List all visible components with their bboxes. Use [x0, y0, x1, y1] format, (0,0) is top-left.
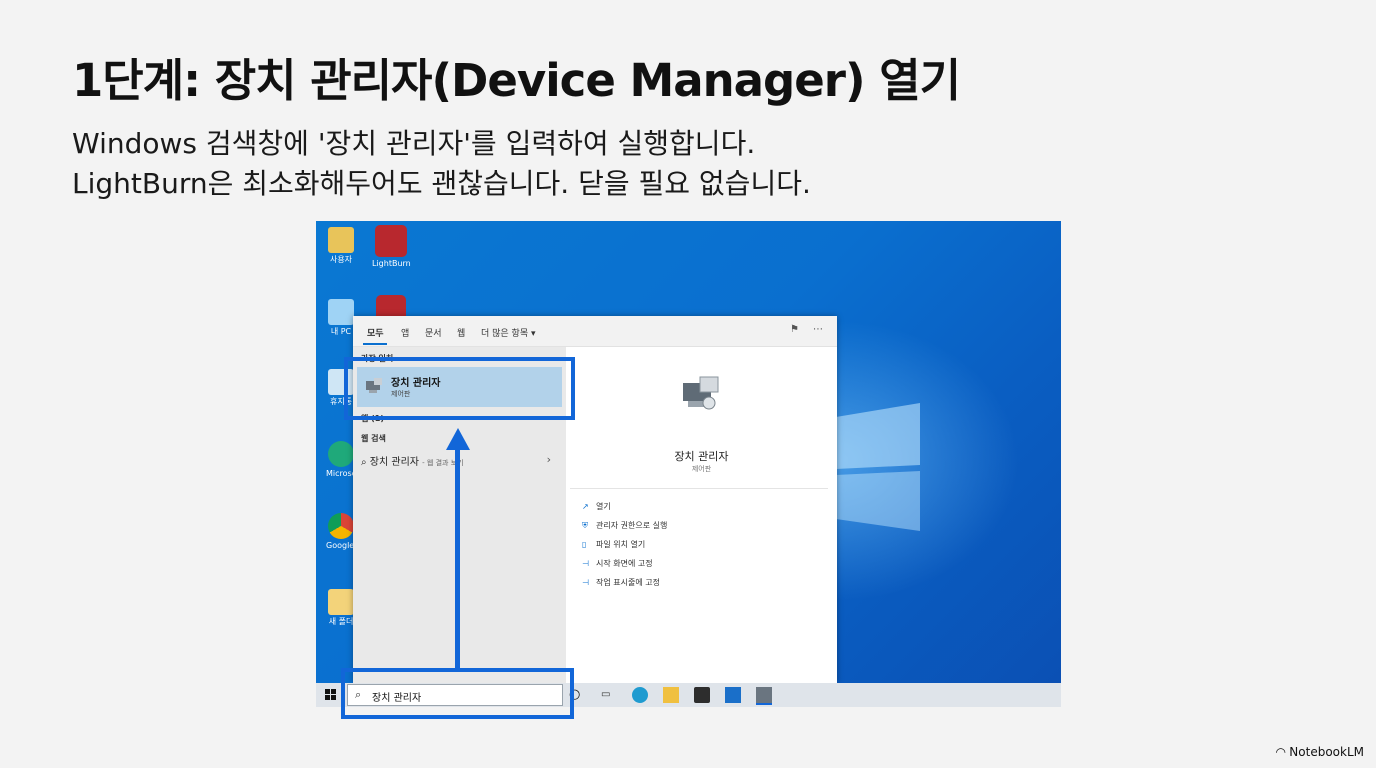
open-icon: ↗: [582, 502, 589, 511]
arrow-up-icon: [446, 428, 470, 450]
widgets-icon[interactable]: ▭: [601, 687, 617, 703]
admin-icon: ⛨: [582, 521, 588, 530]
edge-icon[interactable]: [632, 687, 648, 703]
search-tabs: 모두 앱 문서 웹 더 많은 항목 ▾ ⚑ ⋯: [353, 316, 837, 347]
chevron-right-icon: ›: [546, 453, 551, 466]
more-options-icon[interactable]: ⋯: [813, 324, 823, 335]
desktop-icon-chrome[interactable]: Google Chrome: [326, 513, 388, 550]
desktop-icon-this-pc[interactable]: 내 PC: [326, 299, 356, 336]
windows-start-icon[interactable]: [325, 689, 337, 701]
file-location-icon: ▯: [582, 540, 587, 549]
lightburn-icon: [375, 225, 407, 257]
file-explorer-icon[interactable]: [663, 687, 679, 703]
tab-more[interactable]: 더 많은 항목 ▾: [481, 326, 536, 339]
tab-documents[interactable]: 문서: [425, 326, 442, 339]
action-pin-to-start[interactable]: ⊣ 시작 화면에 고정: [582, 558, 653, 569]
pin-taskbar-icon: ⊣: [582, 578, 589, 587]
slide-subtitle-line-1: Windows 검색창에 '장치 관리자'를 입력하여 실행합니다.: [72, 127, 756, 160]
feedback-icon[interactable]: ⚑: [790, 324, 799, 335]
mail-icon[interactable]: [725, 687, 741, 703]
notebooklm-logo-icon: ◠: [1276, 745, 1286, 759]
desktop-icon-user[interactable]: 사용자: [326, 227, 356, 264]
folder-icon: [328, 589, 354, 615]
web-search-heading: 웹 검색: [361, 434, 386, 443]
desktop-icon-lightburn[interactable]: LightBurn: [372, 225, 411, 268]
this-pc-icon: [328, 299, 354, 325]
desktop-icon-folder[interactable]: 새 폴더: [326, 589, 356, 626]
search-icon: ⌕: [361, 457, 367, 468]
tab-web[interactable]: 웹: [457, 326, 465, 339]
device-manager-icon[interactable]: [756, 687, 772, 705]
divider: [570, 488, 828, 489]
desktop-icon-edge[interactable]: Microsoft Edge: [326, 441, 385, 478]
brand-footer: ◠ NotebookLM: [1276, 745, 1364, 759]
arrow-shaft: [455, 446, 460, 670]
preview-kind: 제어판: [691, 465, 712, 473]
action-open-file-location[interactable]: ▯ 파일 위치 열기: [582, 539, 645, 550]
windows-screenshot: 사용자 LightBurn 내 PC 휴지통 Microsoft Edge Go…: [316, 221, 1061, 707]
chevron-down-icon: ▾: [531, 329, 536, 339]
pin-start-icon: ⊣: [582, 559, 589, 568]
search-box-highlight: [341, 668, 574, 719]
tab-all[interactable]: 모두: [367, 326, 384, 339]
slide-title: 1단계: 장치 관리자(Device Manager) 열기: [72, 54, 961, 107]
store-icon[interactable]: [694, 687, 710, 703]
best-match-highlight: [344, 357, 575, 420]
user-folder-icon: [328, 227, 354, 253]
chrome-icon: [328, 513, 354, 539]
device-manager-icon: [683, 376, 719, 410]
result-preview: 장치 관리자 제어판 ↗ 열기 ⛨ 관리자 권한으로 실행 ▯ 파일 위치 열기 ⊣ 시…: [566, 347, 837, 683]
edge-icon: [328, 441, 354, 467]
tab-apps[interactable]: 앱: [401, 326, 409, 339]
action-pin-to-taskbar[interactable]: ⊣ 작업 표시줄에 고정: [582, 577, 660, 588]
lightburn-icon: [376, 295, 406, 317]
web-search-result[interactable]: ⌕ 장치 관리자 - 웹 결과 보기 ›: [361, 453, 561, 469]
preview-title: 장치 관리자: [674, 450, 729, 463]
action-run-as-admin[interactable]: ⛨ 관리자 권한으로 실행: [582, 520, 667, 531]
slide-subtitle-line-2: LightBurn은 최소화해두어도 괜찮습니다. 닫을 필요 없습니다.: [72, 167, 811, 200]
action-open[interactable]: ↗ 열기: [582, 501, 611, 512]
active-tab-indicator: [363, 343, 387, 345]
